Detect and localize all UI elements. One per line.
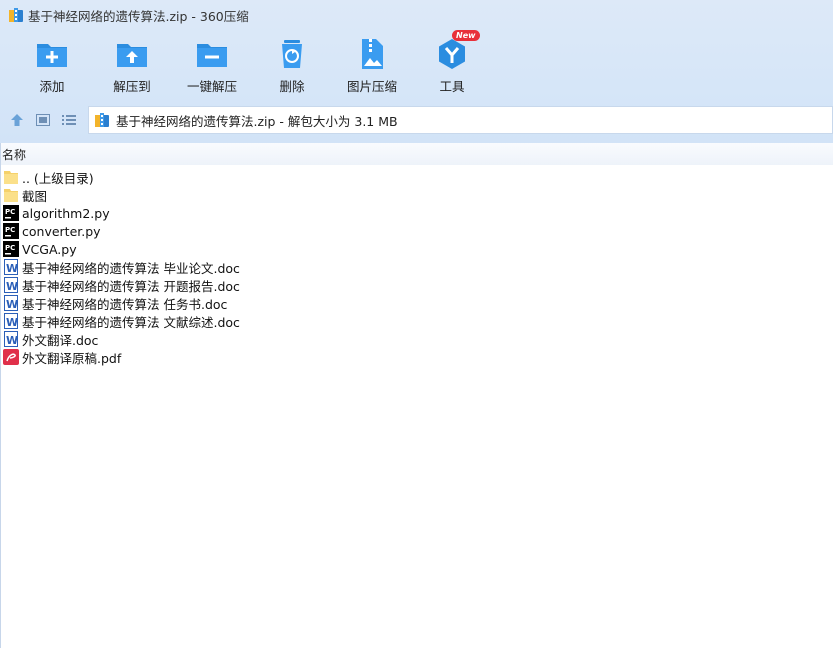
list-item[interactable]: 截图 (0, 186, 833, 204)
list-item[interactable]: PC VCGA.py (0, 240, 833, 258)
file-name: VCGA.py (22, 241, 77, 257)
pycharm-file-icon: PC (3, 241, 19, 257)
title-bar: 基于神经网络的遗传算法.zip - 360压缩 (0, 0, 833, 30)
folder-icon (3, 169, 19, 185)
navigation-bar: 基于神经网络的遗传算法.zip - 解包大小为 3.1 MB (0, 106, 833, 134)
file-list: .. (上级目录) 截图 PC algorithm2.py PC convert… (0, 168, 833, 366)
svg-text:W: W (6, 280, 18, 293)
list-item[interactable]: PC converter.py (0, 222, 833, 240)
add-label: 添加 (39, 79, 65, 94)
word-doc-icon: W (3, 259, 19, 275)
file-name: 基于神经网络的遗传算法 文献综述.doc (22, 314, 240, 330)
delete-icon (282, 40, 302, 68)
extract-to-label: 解压到 (113, 79, 151, 94)
list-item[interactable]: 外文翻译原稿.pdf (0, 348, 833, 366)
svg-text:W: W (6, 262, 18, 275)
image-compress-icon (362, 39, 383, 69)
svg-text:PC: PC (5, 244, 15, 252)
column-name-label: 名称 (2, 147, 27, 162)
image-compress-label: 图片压缩 (346, 79, 397, 94)
file-name: .. (上级目录) (22, 170, 94, 186)
app-window: 基于神经网络的遗传算法.zip - 360压缩 添加 解压到 一键解压 删除 图… (0, 0, 833, 648)
one-click-extract-label: 一键解压 (186, 79, 237, 94)
list-item[interactable]: PC algorithm2.py (0, 204, 833, 222)
file-name: 基于神经网络的遗传算法 开题报告.doc (22, 278, 240, 294)
svg-text:W: W (6, 334, 18, 347)
list-item[interactable]: W 基于神经网络的遗传算法 开题报告.doc (0, 276, 833, 294)
add-button[interactable]: 添加 (12, 36, 92, 96)
file-name: 外文翻译原稿.pdf (22, 350, 122, 366)
column-header-name[interactable]: 名称 (0, 143, 833, 165)
extract-to-icon (117, 44, 147, 67)
list-item[interactable]: W 基于神经网络的遗传算法 毕业论文.doc (0, 258, 833, 276)
file-name: algorithm2.py (22, 205, 110, 221)
list-item[interactable]: .. (上级目录) (0, 168, 833, 186)
new-badge: New (452, 30, 480, 41)
svg-text:W: W (6, 298, 18, 311)
one-click-extract-button[interactable]: 一键解压 (172, 36, 252, 96)
file-name: 外文翻译.doc (22, 332, 99, 348)
tools-label: 工具 (439, 79, 465, 94)
add-folder-icon (37, 44, 67, 67)
address-path: 基于神经网络的遗传算法.zip - 解包大小为 3.1 MB (116, 113, 398, 129)
one-click-extract-icon (197, 44, 227, 67)
svg-text:W: W (6, 316, 18, 329)
list-item[interactable]: W 基于神经网络的遗传算法 文献综述.doc (0, 312, 833, 330)
file-name: 截图 (22, 188, 48, 204)
address-bar[interactable]: 基于神经网络的遗传算法.zip - 解包大小为 3.1 MB (88, 106, 833, 134)
delete-button[interactable]: 删除 (252, 36, 332, 96)
tools-button[interactable]: New 工具 (412, 30, 492, 96)
file-name: converter.py (22, 223, 101, 239)
up-arrow-icon[interactable] (8, 111, 26, 129)
word-doc-icon: W (3, 277, 19, 293)
window-title: 基于神经网络的遗传算法.zip - 360压缩 (28, 8, 249, 24)
list-item[interactable]: W 外文翻译.doc (0, 330, 833, 348)
tools-icon (439, 39, 465, 69)
pycharm-file-icon: PC (3, 205, 19, 221)
pdf-file-icon (3, 349, 19, 365)
delete-label: 删除 (279, 79, 305, 94)
file-name: 基于神经网络的遗传算法 毕业论文.doc (22, 260, 240, 276)
thumbnail-view-icon[interactable] (34, 111, 52, 129)
word-doc-icon: W (3, 295, 19, 311)
file-name: 基于神经网络的遗传算法 任务书.doc (22, 296, 228, 312)
zip-archive-icon (8, 7, 24, 23)
svg-text:PC: PC (5, 226, 15, 234)
image-compress-button[interactable]: 图片压缩 (332, 36, 412, 96)
toolbar: 添加 解压到 一键解压 删除 图片压缩 New 工具 (12, 30, 492, 96)
word-doc-icon: W (3, 331, 19, 347)
list-view-icon[interactable] (60, 111, 78, 129)
extract-to-button[interactable]: 解压到 (92, 36, 172, 96)
pycharm-file-icon: PC (3, 223, 19, 239)
svg-text:PC: PC (5, 208, 15, 216)
list-item[interactable]: W 基于神经网络的遗传算法 任务书.doc (0, 294, 833, 312)
zip-archive-icon (94, 112, 110, 128)
folder-icon (3, 187, 19, 203)
word-doc-icon: W (3, 313, 19, 329)
